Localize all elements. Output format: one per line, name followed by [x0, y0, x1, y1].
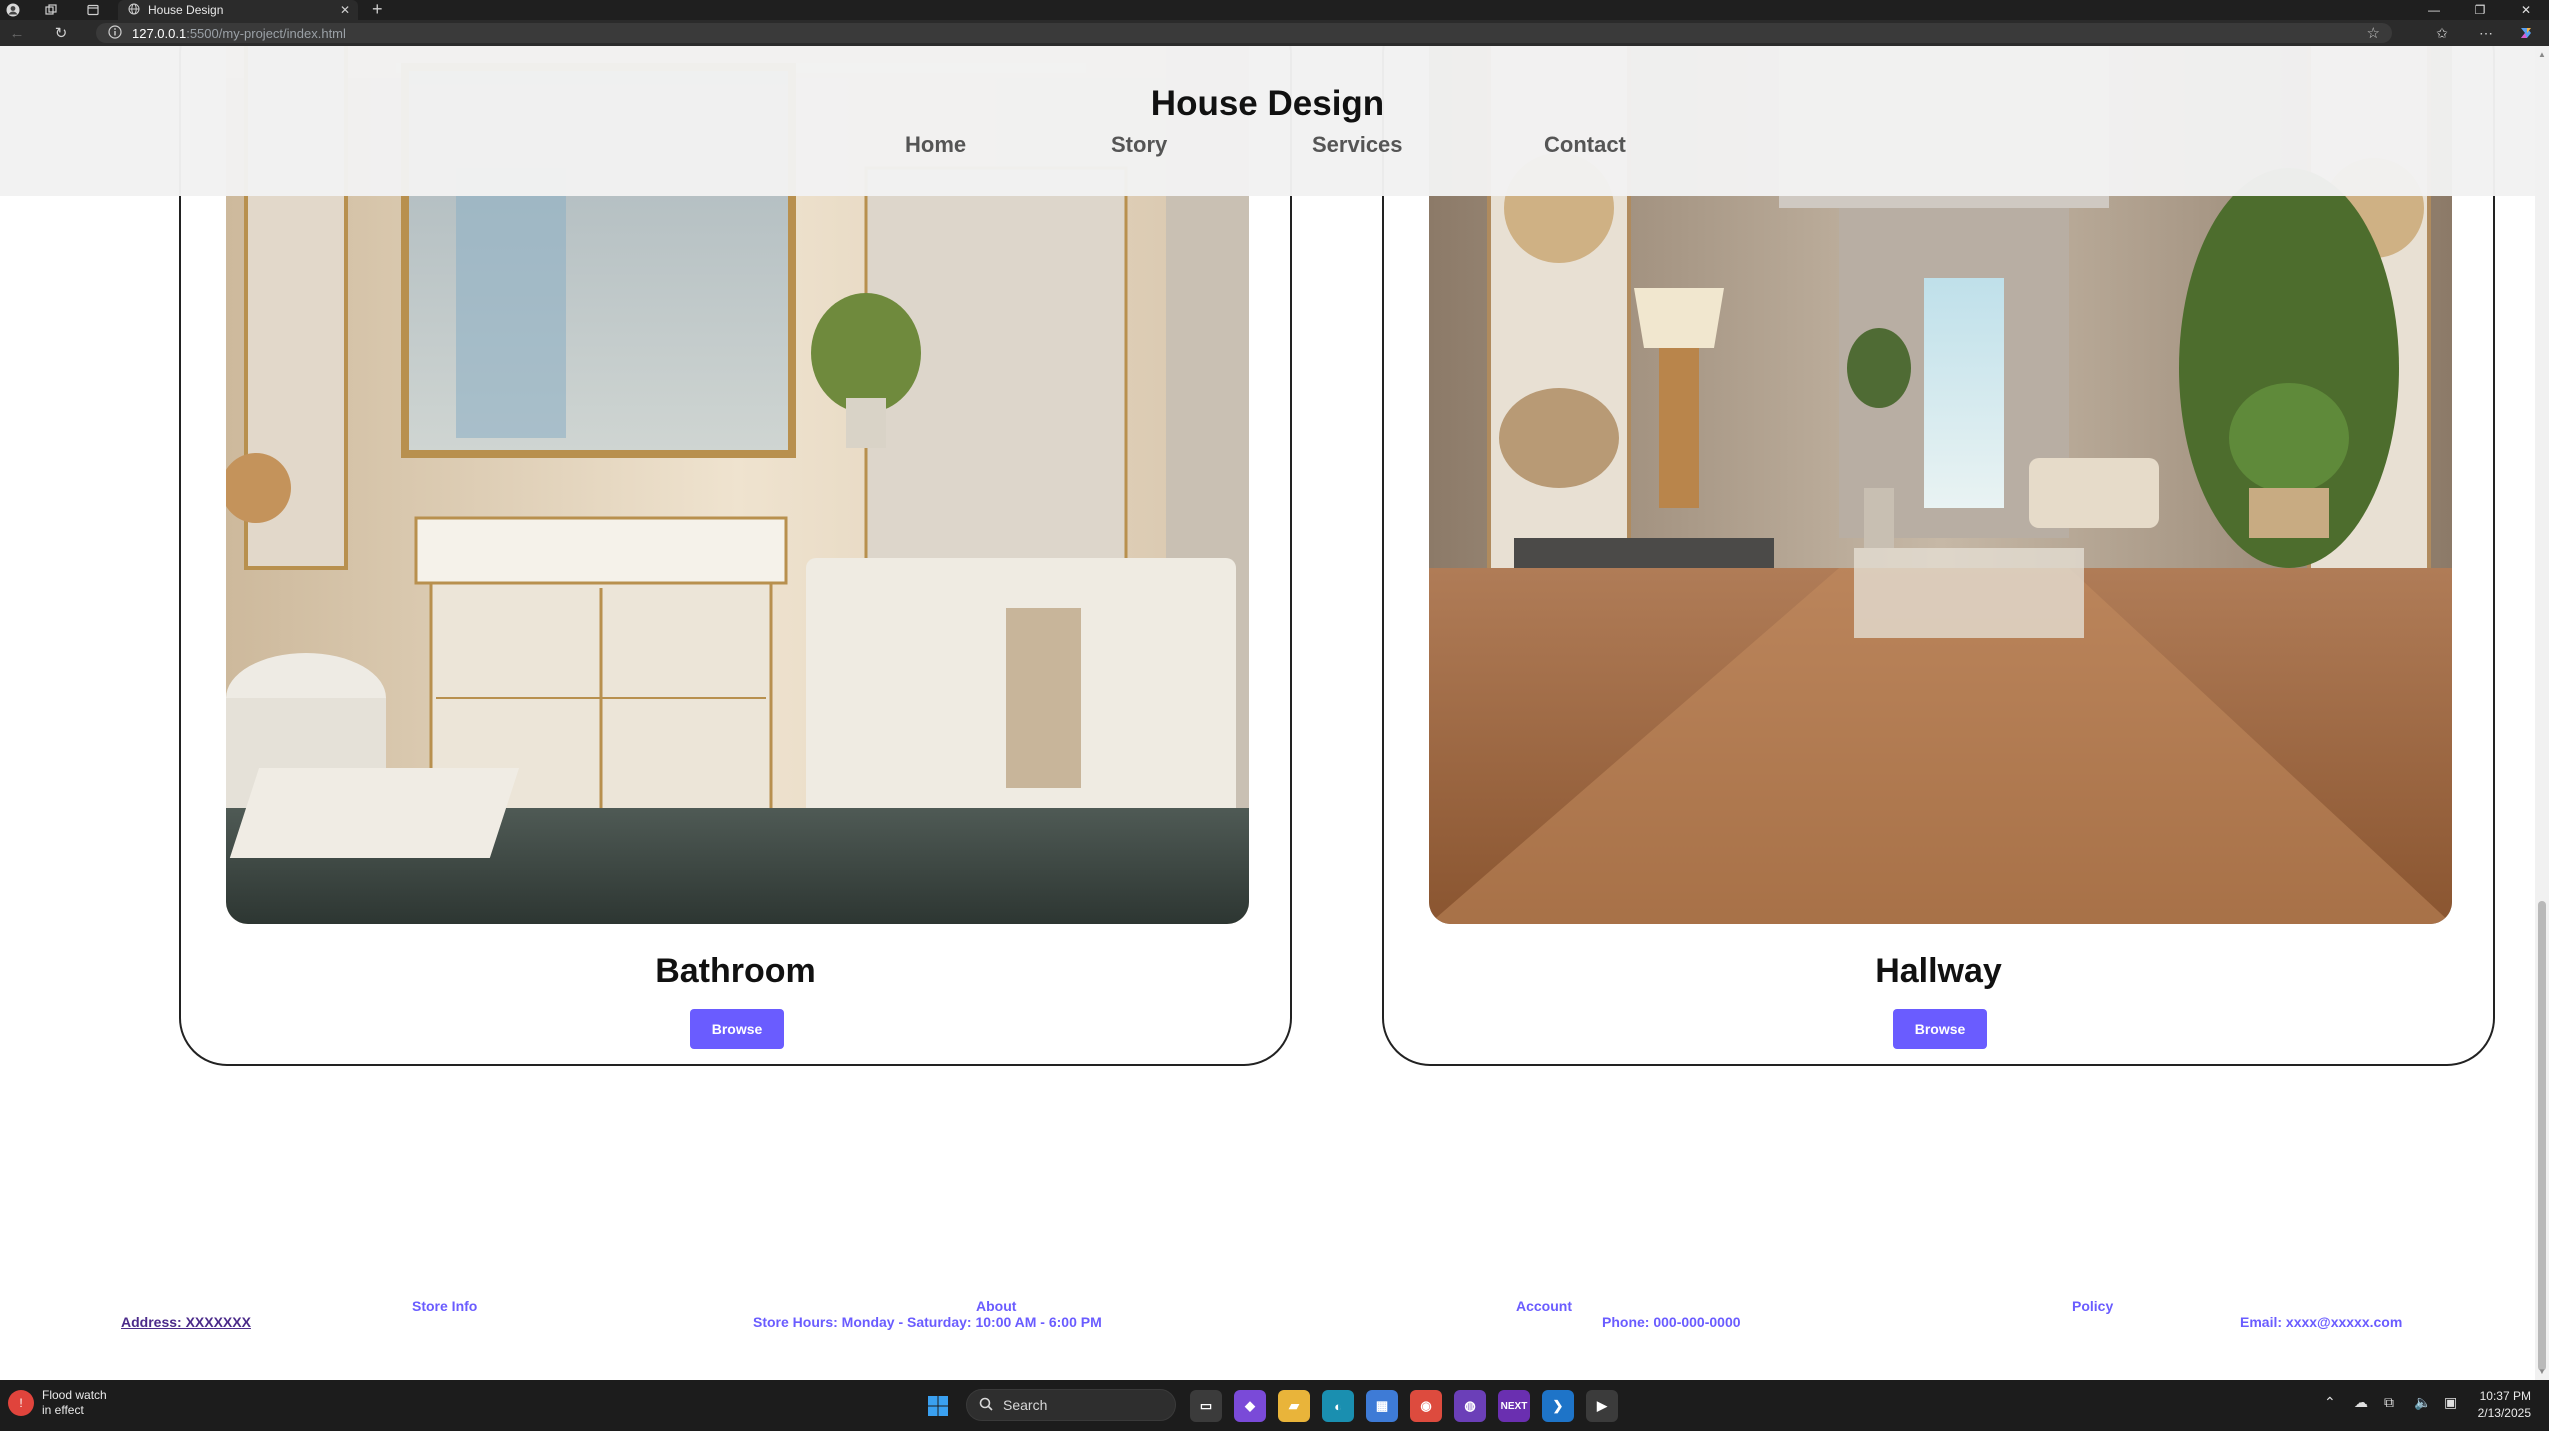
task-view-icon[interactable]: ▭: [1190, 1390, 1222, 1422]
workspaces-icon[interactable]: [40, 0, 62, 20]
page-viewport: Bathroom Browse Hallway Browse House Des…: [0, 46, 2535, 1380]
nav-contact[interactable]: Contact: [1544, 132, 1626, 158]
browser-toolbar: ← ↻ 127.0.0.1:5500/my-project/index.html…: [0, 20, 2549, 46]
nav-home[interactable]: Home: [905, 132, 966, 158]
refresh-icon[interactable]: ↻: [50, 23, 72, 43]
clock-time: 10:37 PM: [2479, 1389, 2531, 1403]
system-clock[interactable]: 10:37 PM 2/13/2025: [2478, 1388, 2531, 1422]
footer-address[interactable]: Address: XXXXXXX: [121, 1314, 251, 1330]
weather-line-2: in effect: [42, 1403, 84, 1417]
footer-store-hours: Store Hours: Monday - Saturday: 10:00 AM…: [753, 1314, 1102, 1330]
browser-tab-strip: House Design ✕ + — ❐ ✕: [0, 0, 2549, 20]
vscode-icon[interactable]: ❯: [1542, 1390, 1574, 1422]
windows-icon[interactable]: [922, 1390, 954, 1422]
globe-icon: [128, 3, 140, 18]
url-path: :5500/my-project/index.html: [186, 25, 346, 41]
page-scrollbar[interactable]: ▲ ▼: [2535, 46, 2549, 1380]
nav-services[interactable]: Services: [1312, 132, 1403, 158]
scroll-down-icon[interactable]: ▼: [2538, 1367, 2546, 1376]
minimize-icon[interactable]: —: [2414, 0, 2454, 20]
copilot-app-icon[interactable]: ◆: [1234, 1390, 1266, 1422]
restore-icon[interactable]: ❐: [2460, 0, 2500, 20]
display-icon[interactable]: ▣: [2444, 1394, 2457, 1411]
search-label: Search: [1003, 1397, 1048, 1413]
favorites-icon[interactable]: ✩: [2430, 23, 2454, 43]
windows-taskbar: ! Flood watch in effect Search ▭ ◆ ▰ ◐ ▦…: [0, 1380, 2549, 1431]
weather-widget[interactable]: ! Flood watch in effect: [8, 1388, 107, 1418]
url-host: 127.0.0.1: [132, 25, 187, 41]
close-icon[interactable]: ✕: [340, 3, 350, 17]
tab-title: House Design: [148, 3, 224, 17]
back-icon[interactable]: ←: [6, 23, 28, 43]
card-title-hallway: Hallway: [1875, 952, 2002, 990]
edge-icon[interactable]: ◐: [1322, 1390, 1354, 1422]
tab-actions-icon[interactable]: [82, 0, 104, 20]
footer-policy[interactable]: Policy: [2072, 1298, 2113, 1314]
site-title: House Design: [1150, 84, 1385, 123]
media-player-icon[interactable]: ▶: [1586, 1390, 1618, 1422]
star-icon[interactable]: ☆: [2367, 24, 2380, 42]
profile-icon[interactable]: [2, 0, 24, 20]
clock-date: 2/13/2025: [2477, 1406, 2531, 1420]
site-footer: Address: XXXXXXX Store Info About Store …: [0, 1286, 2535, 1380]
next-app-icon[interactable]: NEXT: [1498, 1390, 1530, 1422]
taskbar-search[interactable]: Search: [966, 1389, 1176, 1421]
weather-line-1: Flood watch: [42, 1388, 107, 1402]
flood-warning-icon: !: [8, 1390, 34, 1416]
footer-store-info[interactable]: Store Info: [412, 1298, 477, 1314]
sound-icon[interactable]: 🔈: [2414, 1394, 2431, 1411]
card-title-bathroom: Bathroom: [655, 952, 816, 990]
browse-button-hallway[interactable]: Browse: [1893, 1009, 1987, 1049]
github-icon[interactable]: ◍: [1454, 1390, 1486, 1422]
scrollbar-thumb[interactable]: [2538, 901, 2546, 1371]
site-header: House Design Home Story Services Contact: [0, 46, 2535, 196]
file-explorer-icon[interactable]: ▰: [1278, 1390, 1310, 1422]
nav-story[interactable]: Story: [1111, 132, 1167, 158]
window-close-icon[interactable]: ✕: [2506, 0, 2546, 20]
browse-button-bathroom[interactable]: Browse: [690, 1009, 784, 1049]
footer-phone: Phone: 000-000-0000: [1602, 1314, 1741, 1330]
info-icon[interactable]: [108, 24, 122, 42]
chrome-icon[interactable]: ◉: [1410, 1390, 1442, 1422]
scroll-up-icon[interactable]: ▲: [2538, 50, 2546, 59]
footer-account[interactable]: Account: [1516, 1298, 1572, 1314]
active-tab[interactable]: House Design ✕: [118, 0, 358, 20]
room-card-bathroom: Bathroom Browse: [179, 46, 1292, 1066]
copilot-icon[interactable]: [2514, 23, 2538, 43]
address-bar[interactable]: 127.0.0.1:5500/my-project/index.html ☆: [96, 23, 2392, 43]
footer-about[interactable]: About: [976, 1298, 1016, 1314]
room-card-hallway: Hallway Browse: [1382, 46, 2495, 1066]
search-icon: [979, 1397, 993, 1414]
chevron-up-icon[interactable]: ⌃: [2324, 1394, 2336, 1411]
footer-email: Email: xxxx@xxxxx.com: [2240, 1314, 2403, 1330]
onedrive-icon[interactable]: ☁: [2354, 1394, 2368, 1411]
plus-icon[interactable]: +: [372, 0, 383, 20]
network-icon[interactable]: ⧉: [2384, 1394, 2394, 1411]
store-icon[interactable]: ▦: [1366, 1390, 1398, 1422]
more-icon[interactable]: ⋯: [2474, 23, 2498, 43]
